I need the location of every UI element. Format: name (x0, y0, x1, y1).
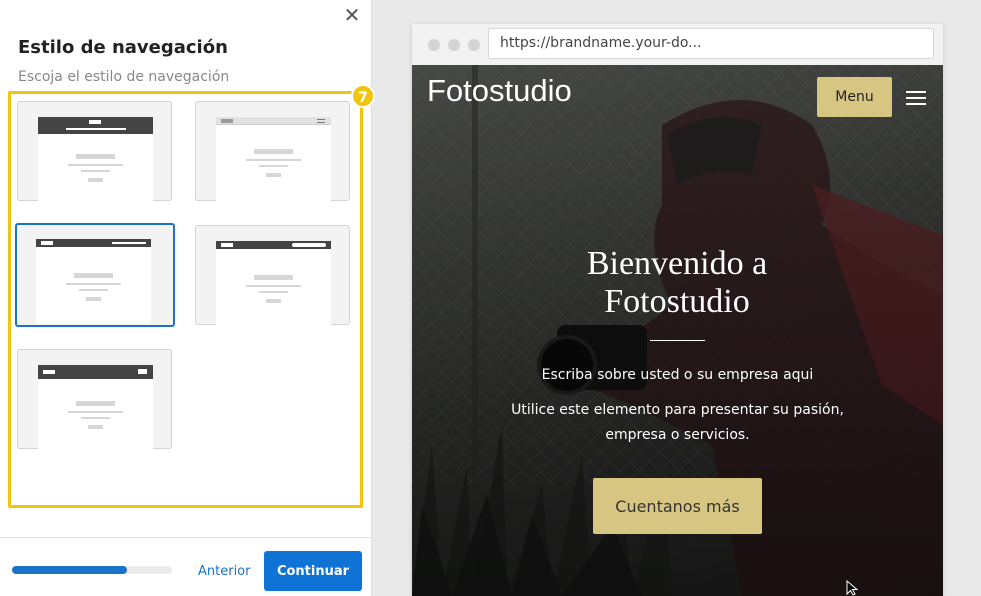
previous-link[interactable]: Anterior (198, 564, 250, 579)
progress-bar (12, 566, 172, 574)
nav-style-thumbnail (216, 117, 331, 202)
nav-style-option-3[interactable] (15, 223, 175, 327)
site-logo[interactable]: Fotostudio (427, 73, 572, 109)
close-icon[interactable]: ✕ (341, 4, 363, 26)
window-dot-icon (468, 39, 480, 51)
browser-chrome: https://brandname.your-do... (412, 24, 943, 65)
thumbnail-header (38, 365, 153, 379)
nav-style-option-4[interactable] (195, 225, 350, 326)
hamburger-icon (317, 119, 325, 123)
hero-title-line: Bienvenido a (586, 245, 768, 282)
thumbnail-links (112, 242, 146, 244)
thumbnail-header (216, 241, 331, 249)
nav-style-thumbnail (36, 239, 151, 324)
thumbnail-header (36, 239, 151, 247)
panel-title: Estilo de navegación (18, 37, 228, 58)
nav-style-option-1[interactable] (17, 101, 172, 202)
panel-footer: Anterior Continuar (0, 537, 372, 596)
hero-title: Bienvenido a Fotostudio (477, 245, 877, 321)
progress-fill (12, 566, 128, 574)
thumbnail-logo (43, 370, 55, 374)
window-dot-icon (428, 39, 440, 51)
hero-section: Fotostudio Menu Bienvenido a Fotostudio … (412, 65, 943, 596)
site-preview: https://brandname.your-do... Fotostudio … (412, 24, 943, 596)
thumbnail-links (292, 243, 326, 247)
thumbnail-header (38, 117, 153, 134)
hero-text: Utilice este elemento para presentar su … (511, 402, 844, 418)
window-dot-icon (448, 39, 460, 51)
step-badge: 7 (351, 84, 375, 108)
hero-divider (650, 340, 705, 341)
continue-button[interactable]: Continuar (264, 551, 362, 591)
nav-style-option-2[interactable] (195, 101, 350, 202)
mouse-cursor-icon (846, 580, 859, 596)
thumbnail-logo (221, 243, 233, 247)
thumbnail-logo (41, 241, 53, 245)
nav-style-option-5[interactable] (17, 349, 172, 450)
menu-box-icon (138, 369, 147, 374)
hero-text: Escriba sobre usted o su empresa aqui (541, 367, 814, 383)
thumbnail-logo (221, 119, 233, 123)
hamburger-icon[interactable] (906, 91, 926, 105)
panel-subtitle: Escoja el estilo de navegación (18, 69, 230, 85)
thumbnail-logo (89, 120, 101, 124)
navigation-style-panel: ✕ Estilo de navegación Escoja el estilo … (0, 0, 375, 596)
thumbnail-links (66, 128, 126, 130)
nav-style-thumbnail (38, 365, 153, 450)
thumbnail-header (216, 117, 331, 125)
hero-text: empresa o servicios. (605, 427, 750, 443)
cta-button[interactable]: Cuentanos más (593, 478, 762, 534)
hero-title-line: Fotostudio (604, 283, 750, 320)
url-bar: https://brandname.your-do... (488, 28, 934, 59)
nav-style-thumbnail (38, 117, 153, 202)
nav-style-thumbnail (216, 241, 331, 326)
menu-button[interactable]: Menu (817, 77, 892, 117)
